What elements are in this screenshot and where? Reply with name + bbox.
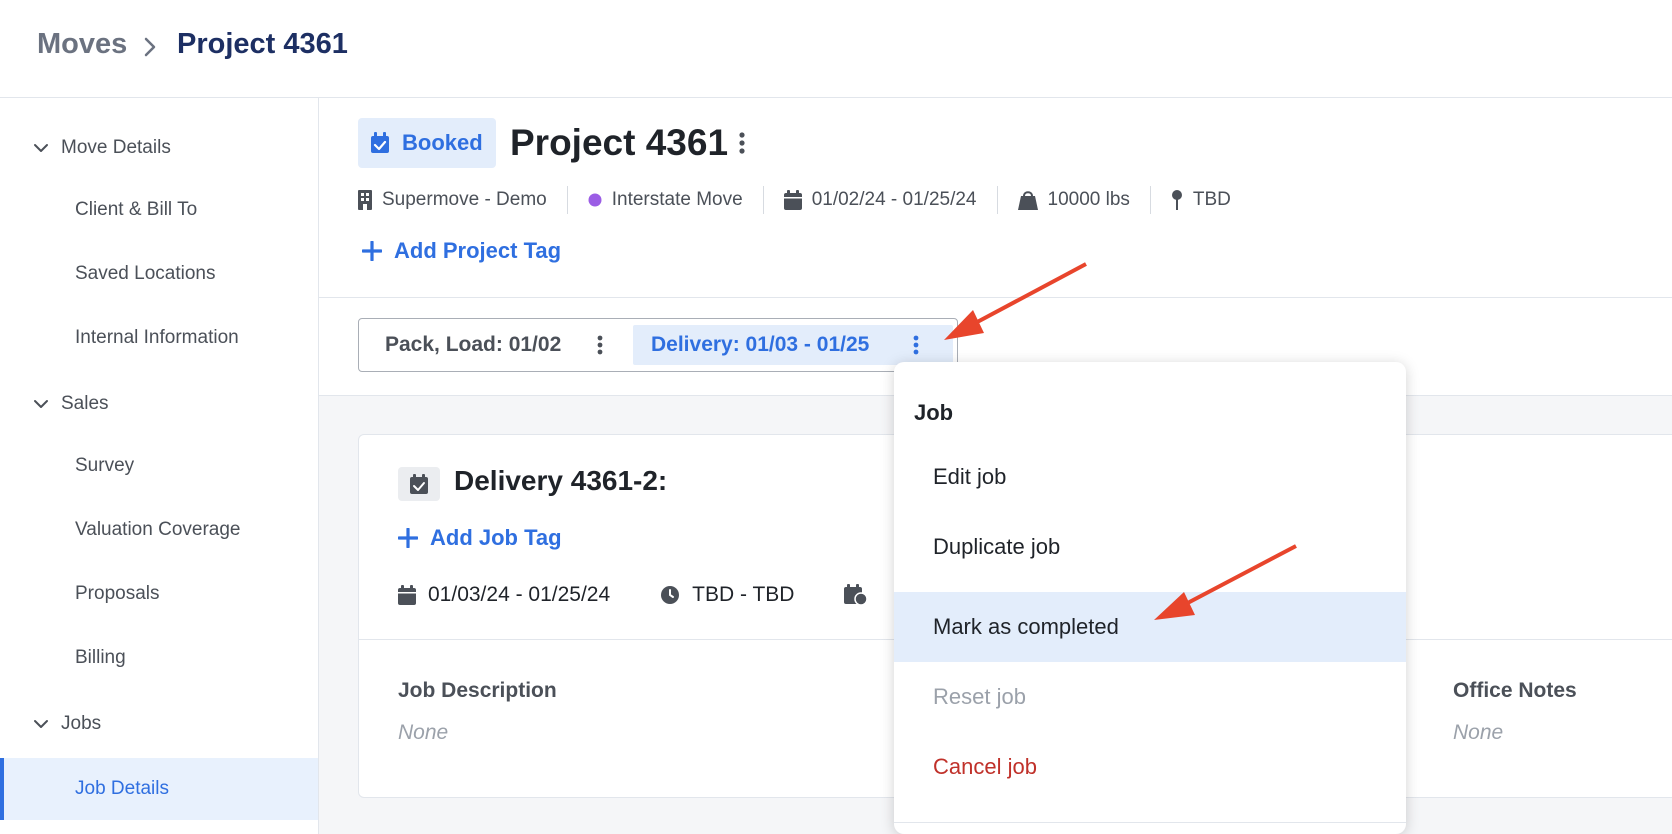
meta-divider [996,186,998,214]
project-location-value: TBD [1192,189,1231,210]
building-icon [358,190,372,210]
header-divider [319,297,1672,298]
add-job-tag-button[interactable]: Add Job Tag [398,525,562,551]
organization-name: Supermove - Demo [382,189,547,210]
dropdown-divider [894,822,1406,823]
plus-icon [362,241,382,261]
project-menu-icon[interactable] [739,132,745,154]
move-type-label: Interstate Move [611,189,743,210]
calendar-icon [398,585,416,605]
status-badge[interactable]: Booked [358,118,496,168]
job-title: Delivery 4361-2: [454,465,668,496]
job-description-label: Job Description [398,679,557,702]
job-dates-value: 01/03/24 - 01/25/24 [428,583,611,606]
menu-item-mark-as-completed[interactable]: Mark as completed [894,592,1406,662]
job-dates: 01/03/24 - 01/25/24 [398,583,610,607]
job-time: TBD - TBD [660,583,794,607]
chevron-right-icon [143,37,157,57]
job-time-value: TBD - TBD [692,583,795,606]
plus-icon [398,528,418,548]
sidebar: Move Details Client & Bill To Saved Loca… [0,98,319,834]
chevron-down-icon [33,399,49,409]
project-weight-value: 10000 lbs [1047,189,1130,210]
sidebar-item-valuation-coverage[interactable]: Valuation Coverage [0,502,318,558]
calendar-check-icon [370,132,390,154]
project-move-type: Interstate Move [588,189,743,211]
sidebar-item-billing[interactable]: Billing [0,630,318,686]
menu-item-cancel-job[interactable]: Cancel job [894,732,1406,802]
sidebar-item-job-details[interactable]: Job Details [0,758,318,820]
dropdown-header: Job [914,400,954,425]
calendar-check-icon [398,467,440,501]
meta-divider [566,186,568,214]
project-location: TBD [1171,189,1231,211]
tab-delivery[interactable]: Delivery: 01/03 - 01/25 [633,325,953,365]
job-arrival-window [844,584,880,606]
map-pin-icon [1171,190,1183,210]
add-job-tag-label: Add Job Tag [430,525,562,550]
sidebar-item-saved-locations[interactable]: Saved Locations [0,246,318,302]
calendar-clock-icon [844,584,869,606]
project-organization: Supermove - Demo [358,189,547,211]
calendar-icon [783,190,802,210]
sidebar-section-jobs[interactable]: Jobs [0,704,318,744]
chevron-down-icon [33,719,49,729]
office-notes-value: None [1453,721,1504,744]
menu-item-duplicate-job[interactable]: Duplicate job [894,512,1406,582]
sidebar-section-move-details[interactable]: Move Details [0,128,318,168]
job-tabs: Pack, Load: 01/02 Delivery: 01/03 - 01/2… [358,318,958,372]
clock-icon [660,585,680,605]
menu-item-edit-job[interactable]: Edit job [894,442,1406,512]
sidebar-item-internal-information[interactable]: Internal Information [0,310,318,366]
job-actions-dropdown: Job Edit job Duplicate job Mark as compl… [894,362,1406,834]
sidebar-section-sales[interactable]: Sales [0,384,318,424]
weight-bag-icon [1017,190,1038,210]
breadcrumb-moves-link[interactable]: Moves [37,28,127,61]
tab-pack-menu-icon[interactable] [597,335,603,355]
meta-divider [1149,186,1151,214]
sidebar-item-proposals[interactable]: Proposals [0,566,318,622]
status-badge-label: Booked [402,130,483,155]
add-project-tag-button[interactable]: Add Project Tag [362,238,561,264]
page-title: Project 4361 [510,122,729,163]
sidebar-section-label: Jobs [61,713,102,734]
job-meta-row: 01/03/24 - 01/25/24 TBD - TBD [398,583,880,607]
project-dates: 01/02/24 - 01/25/24 [783,189,977,211]
job-description-value: None [398,721,449,744]
tab-delivery-menu-icon[interactable] [913,335,919,355]
tab-pack-load[interactable]: Pack, Load: 01/02 [385,325,561,365]
project-meta-row: Supermove - Demo Interstate Move 01/02/2… [358,186,1231,214]
chevron-down-icon [33,143,49,153]
menu-item-reset-job[interactable]: Reset job [894,662,1406,732]
sidebar-section-label: Move Details [61,137,171,158]
breadcrumb-current-project: Project 4361 [177,28,348,60]
sidebar-item-survey[interactable]: Survey [0,438,318,494]
meta-divider [762,186,764,214]
project-dates-value: 01/02/24 - 01/25/24 [811,189,977,210]
sidebar-item-client-bill-to[interactable]: Client & Bill To [0,182,318,238]
project-weight: 10000 lbs [1017,189,1130,211]
status-dot-icon [588,193,602,207]
sidebar-section-label: Sales [61,393,109,414]
breadcrumb: Moves Project 4361 [0,0,1672,98]
office-notes-label: Office Notes [1453,679,1577,702]
add-project-tag-label: Add Project Tag [394,238,562,263]
